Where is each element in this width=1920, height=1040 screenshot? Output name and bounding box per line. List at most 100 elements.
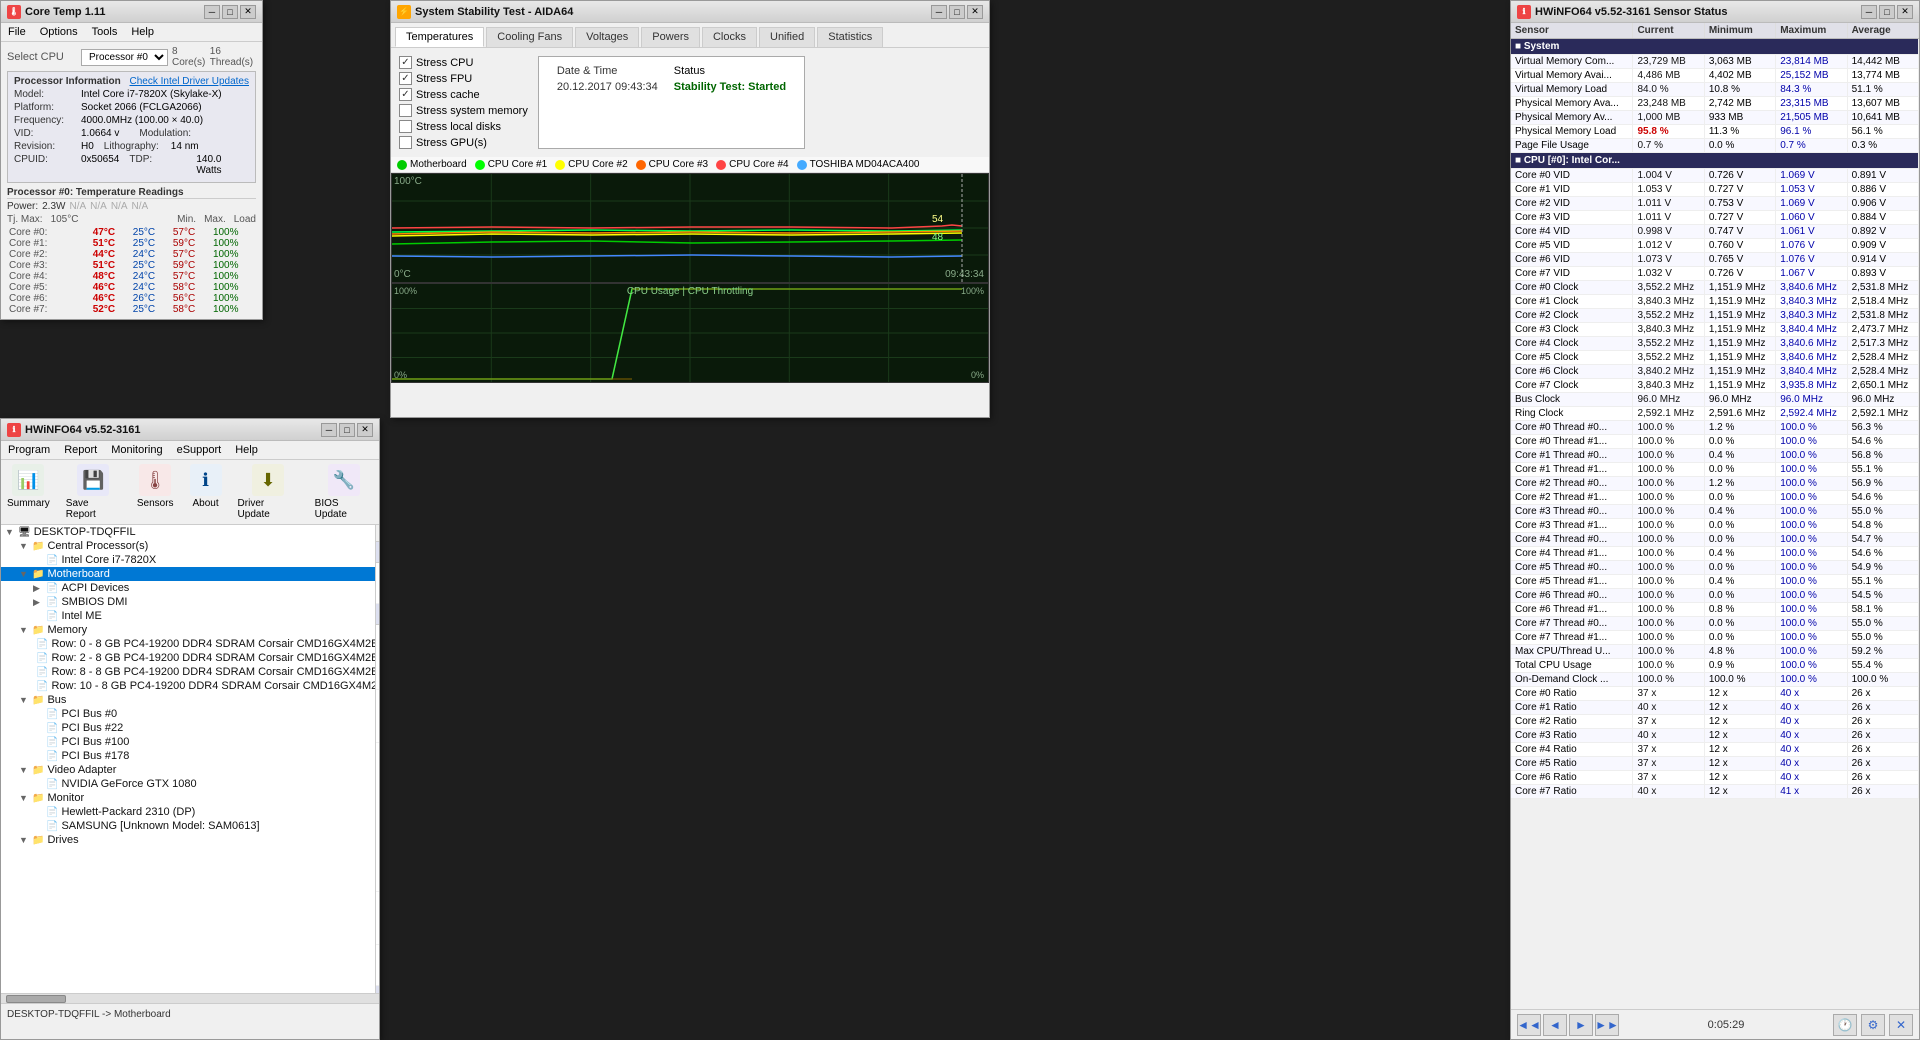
tree-item[interactable]: 📄PCI Bus #22 xyxy=(1,721,375,735)
horizontal-scrollbar[interactable] xyxy=(1,993,379,1003)
tree-item[interactable]: ▼📁Central Processor(s) xyxy=(1,539,375,553)
tdp-val: 140.0 Watts xyxy=(196,154,249,176)
aida-minimize[interactable]: ─ xyxy=(931,5,947,19)
processor-select[interactable]: Processor #0 xyxy=(81,49,168,66)
tab-temperatures[interactable]: Temperatures xyxy=(395,27,484,47)
sensor-close[interactable]: ✕ xyxy=(1897,5,1913,19)
tab-unified[interactable]: Unified xyxy=(759,27,815,47)
stress-options: ✓ Stress CPU ✓ Stress FPU ✓ Stress cache… xyxy=(399,56,528,149)
sensor-name: Core #1 Thread #0... xyxy=(1511,449,1633,463)
tree-item[interactable]: 📄Row: 10 - 8 GB PC4-19200 DDR4 SDRAM Cor… xyxy=(1,679,375,693)
rev-lith-row: Revision: H0 Lithography: 14 nm xyxy=(14,141,249,154)
save-report-button[interactable]: 💾 Save Report xyxy=(66,464,121,520)
sensor-average: 2,518.4 MHz xyxy=(1847,295,1918,309)
tree-item[interactable]: ▼📁Monitor xyxy=(1,791,375,805)
sensor-maximum: 96.1 % xyxy=(1776,125,1847,139)
hwinfo-minimize[interactable]: ─ xyxy=(321,423,337,437)
sensor-body[interactable]: Sensor Current Minimum Maximum Average ■… xyxy=(1511,23,1919,1009)
tab-voltages[interactable]: Voltages xyxy=(575,27,639,47)
hwinfo-maximize[interactable]: □ xyxy=(339,423,355,437)
tree-item[interactable]: ▼🖥DESKTOP-TDQFFIL xyxy=(1,525,375,539)
sensor-current: 100.0 % xyxy=(1633,421,1704,435)
menu-help-hw[interactable]: Help xyxy=(232,443,261,457)
footer-clock-icon[interactable]: 🕐 xyxy=(1833,1014,1857,1036)
close-button[interactable]: ✕ xyxy=(240,5,256,19)
sensor-maximum: 100.0 % xyxy=(1776,617,1847,631)
menu-report[interactable]: Report xyxy=(61,443,100,457)
tree-item[interactable]: ▼📁Drives xyxy=(1,833,375,847)
menu-options[interactable]: Options xyxy=(37,25,81,39)
menu-tools[interactable]: Tools xyxy=(89,25,121,39)
driver-update-button[interactable]: ⬇ Driver Update xyxy=(238,464,299,520)
intel-driver-link[interactable]: Check Intel Driver Updates xyxy=(130,76,250,87)
col-maximum: Maximum xyxy=(1776,23,1847,39)
aida-maximize[interactable]: □ xyxy=(949,5,965,19)
nav-prev[interactable]: ◄ xyxy=(1543,1014,1567,1036)
menu-help[interactable]: Help xyxy=(128,25,157,39)
tab-statistics[interactable]: Statistics xyxy=(817,27,883,47)
tree-item[interactable]: 📄Row: 0 - 8 GB PC4-19200 DDR4 SDRAM Cors… xyxy=(1,637,375,651)
sensors-button[interactable]: 🌡 Sensors xyxy=(137,464,174,520)
hwinfo-close[interactable]: ✕ xyxy=(357,423,373,437)
hwinfo-icon: ℹ xyxy=(7,423,21,437)
detail-row: PCI Express Version Supported: v3.0 xyxy=(376,892,379,945)
stress-fpu-checkbox[interactable]: ✓ xyxy=(399,72,412,85)
hw-tree[interactable]: ▼🖥DESKTOP-TDQFFIL▼📁Central Processor(s)📄… xyxy=(1,525,376,993)
aida-close[interactable]: ✕ xyxy=(967,5,983,19)
summary-button[interactable]: 📊 Summary xyxy=(7,464,50,520)
sensor-maximum: 100.0 % xyxy=(1776,477,1847,491)
tree-item[interactable]: 📄PCI Bus #100 xyxy=(1,735,375,749)
maximize-button[interactable]: □ xyxy=(222,5,238,19)
tree-item[interactable]: ▼📁Motherboard xyxy=(1,567,375,581)
sensor-maximize[interactable]: □ xyxy=(1879,5,1895,19)
menu-monitoring[interactable]: Monitoring xyxy=(108,443,165,457)
sensor-data-row: Bus Clock 96.0 MHz 96.0 MHz 96.0 MHz 96.… xyxy=(1511,393,1919,407)
sensor-average: 0.3 % xyxy=(1847,139,1918,153)
about-button[interactable]: ℹ About xyxy=(190,464,222,520)
tree-item[interactable]: 📄NVIDIA GeForce GTX 1080 xyxy=(1,777,375,791)
tree-item[interactable]: ▼📁Video Adapter xyxy=(1,763,375,777)
stress-disk-checkbox[interactable] xyxy=(399,120,412,133)
sensors-icon: 🌡 xyxy=(139,464,171,496)
menu-program[interactable]: Program xyxy=(5,443,53,457)
tree-item[interactable]: 📄SAMSUNG [Unknown Model: SAM0613] xyxy=(1,819,375,833)
tree-item[interactable]: ▶📄ACPI Devices xyxy=(1,581,375,595)
menu-file[interactable]: File xyxy=(5,25,29,39)
stress-cpu-checkbox[interactable]: ✓ xyxy=(399,56,412,69)
chart1-legend: Motherboard CPU Core #1 CPU Core #2 CPU … xyxy=(391,157,989,173)
tree-item[interactable]: 📄Intel Core i7-7820X xyxy=(1,553,375,567)
tab-clocks[interactable]: Clocks xyxy=(702,27,757,47)
sensor-current: 40 x xyxy=(1633,785,1704,799)
tree-item[interactable]: 📄PCI Bus #178 xyxy=(1,749,375,763)
tree-item[interactable]: 📄Hewlett-Packard 2310 (DP) xyxy=(1,805,375,819)
sensor-name: Core #7 Ratio xyxy=(1511,785,1633,799)
sensor-current: 95.8 % xyxy=(1633,125,1704,139)
sensor-minimum: 0.0 % xyxy=(1704,519,1775,533)
tree-item[interactable]: 📄Intel ME xyxy=(1,609,375,623)
sensor-maximum: 100.0 % xyxy=(1776,463,1847,477)
stress-mem-checkbox[interactable] xyxy=(399,104,412,117)
bios-update-button[interactable]: 🔧 BIOS Update xyxy=(315,464,373,520)
nav-next[interactable]: ► xyxy=(1569,1014,1593,1036)
footer-close-icon[interactable]: ✕ xyxy=(1889,1014,1913,1036)
stress-gpu-checkbox[interactable] xyxy=(399,136,412,149)
sensor-name: Core #0 VID xyxy=(1511,169,1633,183)
tree-item[interactable]: ▶📄SMBIOS DMI xyxy=(1,595,375,609)
sensor-minimize[interactable]: ─ xyxy=(1861,5,1877,19)
tree-item[interactable]: ▼📁Bus xyxy=(1,693,375,707)
menu-esupport[interactable]: eSupport xyxy=(174,443,225,457)
nav-last[interactable]: ►► xyxy=(1595,1014,1619,1036)
stress-cache-checkbox[interactable]: ✓ xyxy=(399,88,412,101)
tree-item[interactable]: 📄PCI Bus #0 xyxy=(1,707,375,721)
tree-item[interactable]: 📄Row: 8 - 8 GB PC4-19200 DDR4 SDRAM Cors… xyxy=(1,665,375,679)
tree-item[interactable]: 📄Row: 2 - 8 GB PC4-19200 DDR4 SDRAM Cors… xyxy=(1,651,375,665)
tree-item[interactable]: ▼📁Memory xyxy=(1,623,375,637)
sensor-current: 1.004 V xyxy=(1633,169,1704,183)
sensor-data-row: Core #0 Thread #1... 100.0 % 0.0 % 100.0… xyxy=(1511,435,1919,449)
tab-powers[interactable]: Powers xyxy=(641,27,700,47)
footer-settings-icon[interactable]: ⚙ xyxy=(1861,1014,1885,1036)
hwinfo-status-bar: DESKTOP-TDQFFIL -> Motherboard xyxy=(1,1003,379,1025)
tab-cooling-fans[interactable]: Cooling Fans xyxy=(486,27,573,47)
minimize-button[interactable]: ─ xyxy=(204,5,220,19)
nav-first[interactable]: ◄◄ xyxy=(1517,1014,1541,1036)
